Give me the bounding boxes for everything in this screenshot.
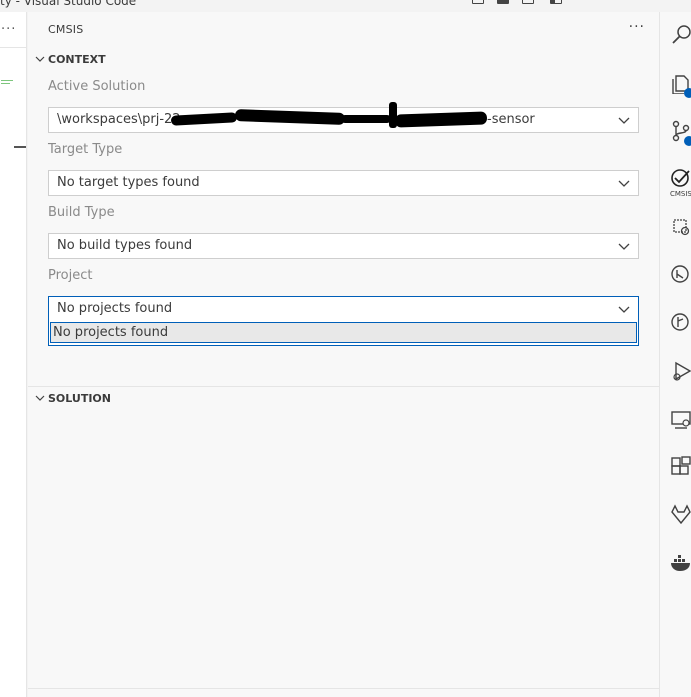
section-divider [28,386,659,387]
target-type-dropdown[interactable]: No target types found [48,170,639,196]
chevron-down-icon [618,306,630,313]
editor-divider [0,47,27,48]
project-option[interactable]: No projects found [50,322,637,343]
chip-gear-icon [673,219,690,236]
project-label: Project [48,268,93,283]
explorer-badge [684,88,691,98]
panel-toggle-icon[interactable] [497,0,509,4]
panel-title: CMSIS [48,23,84,36]
gitlab-activity[interactable] [660,496,691,536]
sidebar-toggle-icon[interactable] [522,0,534,4]
chevron-down-icon [35,56,45,62]
device-manager-activity[interactable] [660,208,691,248]
editor-more-button[interactable]: ··· [1,22,16,37]
docker-activity[interactable] [660,544,691,584]
extensions-icon [671,456,691,475]
cmsis-activity[interactable]: CMSIS [660,160,691,200]
project-option-label: No projects found [53,325,169,340]
active-solution-value: \workspaces\prj-22 [57,112,181,127]
project-value: No projects found [57,301,173,316]
redaction-mark [394,111,488,128]
remote-explorer-activity[interactable] [660,400,691,440]
vscode-window: ty - Visual Studio Code ··· CMSIS ··· CO… [0,0,691,697]
build-type-label: Build Type [48,205,115,220]
source-control-activity[interactable] [660,112,691,152]
layout-icon[interactable] [472,0,484,4]
editor-area: ··· [0,12,27,697]
panel-more-actions-button[interactable]: ··· [629,19,645,35]
debug-icon [671,265,689,283]
run-debug-activity[interactable] [660,256,691,296]
target-type-value: No target types found [57,175,200,190]
solution-section-header[interactable]: SOLUTION [28,388,659,410]
context-section-header[interactable]: CONTEXT [28,49,659,71]
project-dropdown[interactable]: No projects found [48,296,639,322]
source-control-badge [684,136,691,146]
active-solution-label: Active Solution [48,79,146,94]
gitlab-icon [671,504,691,525]
build-type-value: No build types found [57,238,193,253]
play-bug-icon [673,361,691,381]
chevron-down-icon [35,395,45,401]
extensions-activity[interactable] [660,448,691,488]
activity-bar: CMSIS [659,12,691,697]
cmsis-panel: CMSIS ··· CONTEXT Active Solution \works… [28,12,659,697]
git-graph-icon [671,313,689,331]
docker-icon [671,555,690,571]
panel-bottom-border [28,688,659,689]
cmsis-check-icon [671,169,690,187]
cmsis-activity-label: CMSIS [670,190,691,198]
redaction-mark [341,115,391,123]
window-title: ty - Visual Studio Code [0,0,137,8]
search-activity[interactable] [660,16,691,56]
active-solution-value-suffix: -sensor [487,112,535,127]
title-bar: ty - Visual Studio Code [0,0,691,10]
context-section-title: CONTEXT [48,53,106,66]
project-dropdown-list: No projects found [48,321,639,346]
git-graph-activity[interactable] [660,304,691,344]
chevron-down-icon [618,180,630,187]
redaction-mark [234,109,346,125]
chevron-down-icon [618,117,630,124]
target-type-label: Target Type [48,142,123,157]
minimap[interactable] [1,80,14,90]
chevron-down-icon [618,243,630,250]
scroll-marker [14,146,26,148]
panel-header: CMSIS ··· [28,12,659,47]
active-solution-dropdown[interactable]: \workspaces\prj-22 -sensor [48,102,639,133]
solution-section-title: SOLUTION [48,392,111,405]
remote-monitor-icon [671,411,691,429]
run-and-debug-activity[interactable] [660,352,691,392]
explorer-activity[interactable] [660,64,691,104]
build-type-dropdown[interactable]: No build types found [48,233,639,259]
redaction-mark [170,112,238,126]
search-icon [672,25,691,44]
secondary-sidebar-icon[interactable] [550,0,562,4]
